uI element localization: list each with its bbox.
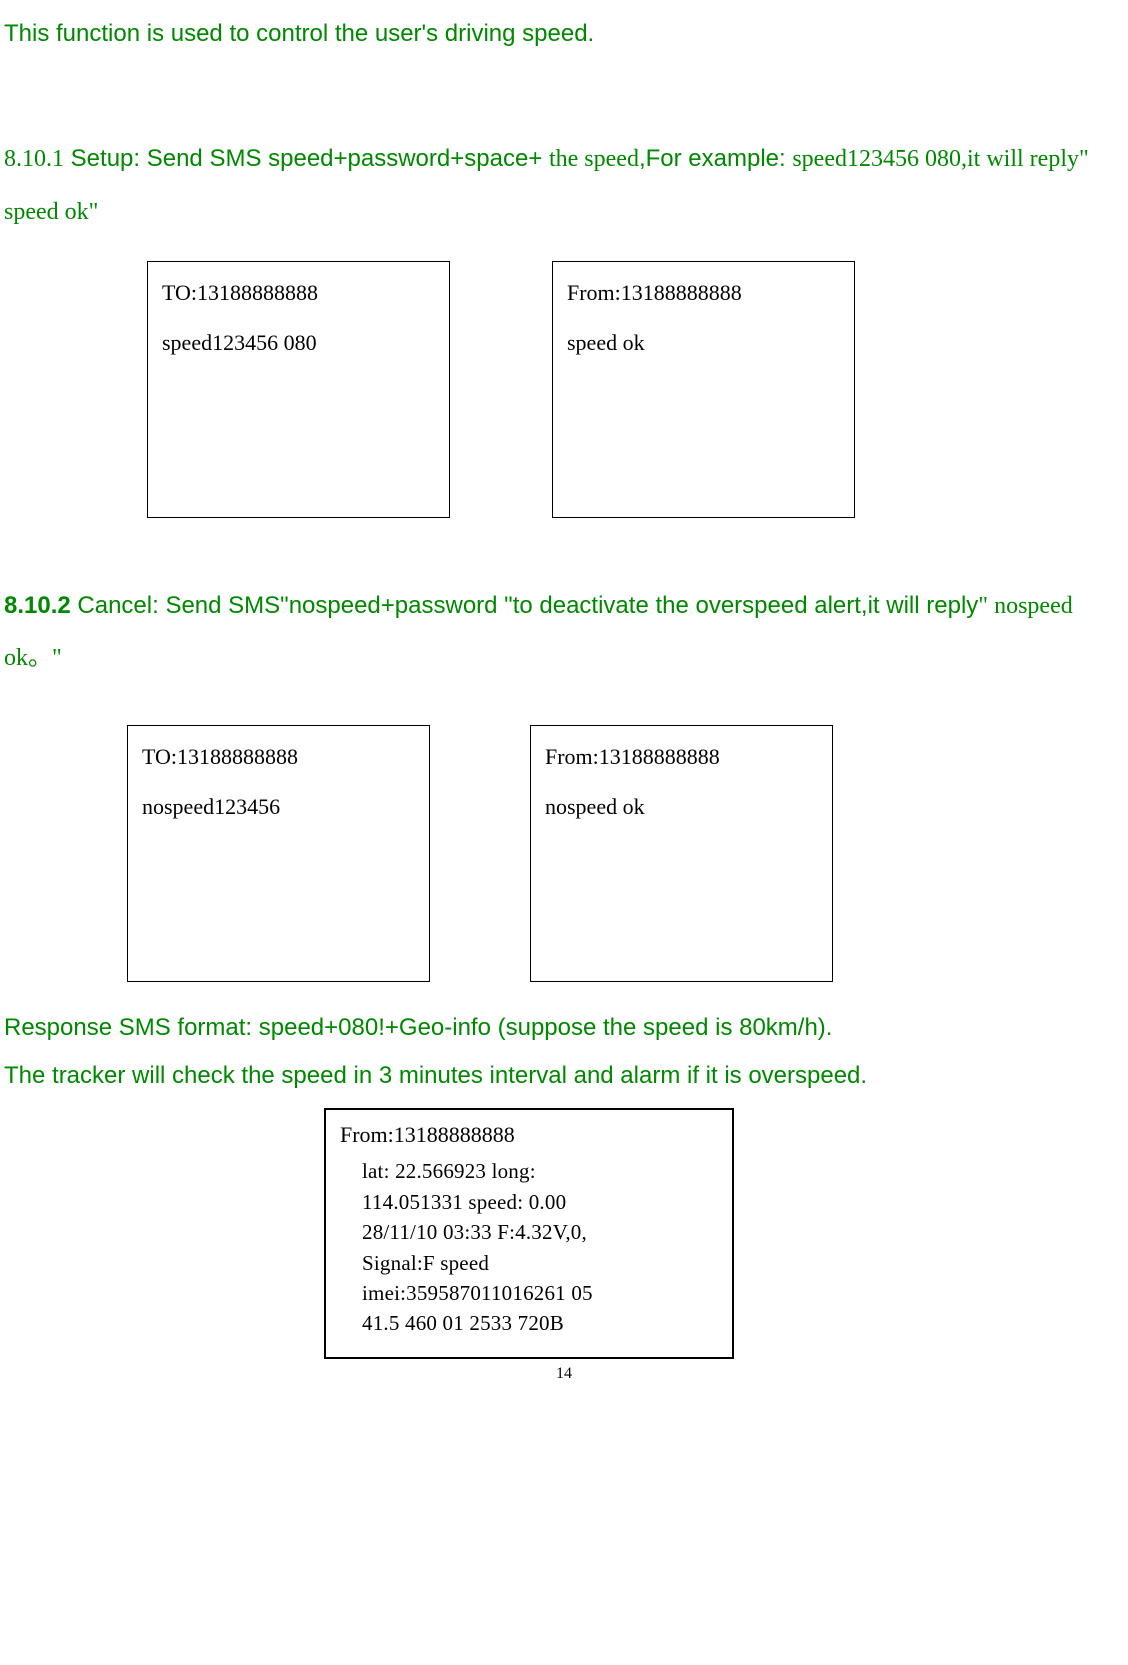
sms-reply-line-2: nospeed ok	[545, 794, 818, 820]
the-speed-text: the speed	[549, 146, 639, 172]
sms-box-to-2: TO:13188888888 nospeed123456	[127, 725, 430, 982]
sms-box-to-1: TO:13188888888 speed123456 080	[147, 261, 450, 518]
geo-line-6: 41.5 460 01 2533 720B	[362, 1308, 718, 1338]
check-speed-line: The tracker will check the speed in 3 mi…	[0, 1062, 1128, 1090]
cancel-text: Cancel: Send SMS"nospeed+password "to de…	[71, 592, 979, 619]
for-example-label: For example:	[646, 145, 793, 172]
comma: ,	[639, 145, 646, 172]
intro-text: This function is used to control the use…	[0, 20, 1128, 48]
geo-line-3: 28/11/10 03:33 F:4.32V,0,	[362, 1217, 718, 1247]
sms-box-row-2: TO:13188888888 nospeed123456 From:131888…	[0, 725, 1128, 982]
sms-box-row-1: TO:13188888888 speed123456 080 From:1318…	[0, 261, 1128, 518]
sms-from-line-2: From:13188888888	[545, 744, 818, 770]
geo-line-4: Signal:F speed	[362, 1248, 718, 1278]
geo-line-1: lat: 22.566923 long:	[362, 1156, 718, 1186]
geo-info-content: lat: 22.566923 long: 114.051331 speed: 0…	[340, 1156, 718, 1339]
sms-from-line: From:13188888888	[567, 280, 840, 306]
sms-to-line-2: TO:13188888888	[142, 744, 415, 770]
sms-box-from-2: From:13188888888 nospeed ok	[530, 725, 833, 982]
page-number: 14	[0, 1365, 1128, 1383]
section-8102: 8.10.2 Cancel: Send SMS"nospeed+password…	[0, 580, 1128, 686]
example-code: speed123456 080,	[792, 146, 967, 172]
sms-reply-line: speed ok	[567, 330, 840, 356]
sms-to-line: TO:13188888888	[162, 280, 435, 306]
response-from-line: From:13188888888	[340, 1122, 718, 1148]
geo-line-2: 114.051331 speed: 0.00	[362, 1187, 718, 1217]
sms-body-line-2: nospeed123456	[142, 794, 415, 820]
response-sms-box: From:13188888888 lat: 22.566923 long: 11…	[324, 1108, 734, 1359]
geo-line-5: imei:359587011016261 05	[362, 1278, 718, 1308]
response-format-line: Response SMS format: speed+080!+Geo-info…	[0, 1014, 1128, 1042]
section-number-8102: 8.10.2	[4, 592, 71, 619]
sms-box-from-1: From:13188888888 speed ok	[552, 261, 855, 518]
setup-label: Setup: Send SMS speed+password+space+	[64, 145, 549, 172]
section-8101: 8.10.1 Setup: Send SMS speed+password+sp…	[0, 133, 1128, 239]
section-number-8101: 8.10.1	[4, 146, 64, 172]
sms-body-line: speed123456 080	[162, 330, 435, 356]
